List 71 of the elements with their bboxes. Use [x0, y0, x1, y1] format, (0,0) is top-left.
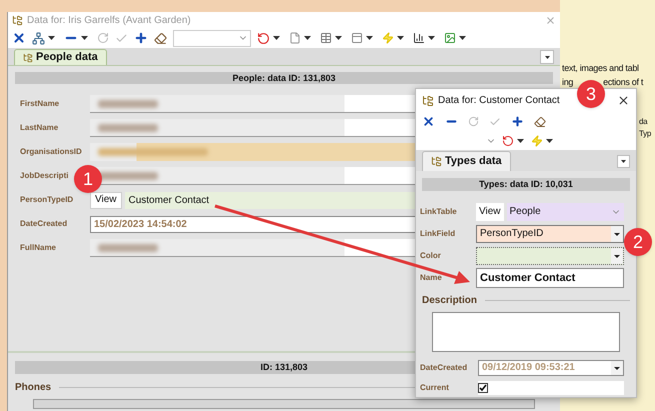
- name-field[interactable]: Customer Contact: [476, 268, 624, 288]
- section-header: People: data ID: 131,803: [15, 72, 553, 84]
- eraser-icon[interactable]: [154, 32, 167, 44]
- cancel-icon[interactable]: [422, 115, 435, 128]
- caret-icon[interactable]: [81, 36, 88, 40]
- tab-menu-button[interactable]: [617, 154, 630, 168]
- checkbox[interactable]: [478, 382, 488, 393]
- redacted-value: [98, 172, 158, 180]
- document-text: Typ: [639, 128, 651, 140]
- field-label: FullName: [20, 242, 56, 254]
- field-label: LastName: [20, 122, 58, 134]
- tab-menu-button[interactable]: [540, 50, 554, 64]
- window-title: Data for: Iris Garrelfs (Avant Garden): [27, 14, 191, 28]
- caret-icon[interactable]: [366, 36, 373, 40]
- field-label: Current: [420, 382, 450, 394]
- combo-field[interactable]: [173, 30, 251, 46]
- caret-icon[interactable]: [304, 36, 311, 40]
- field-label: JobDescripti: [20, 170, 68, 182]
- view-button[interactable]: View: [476, 202, 504, 221]
- section-title: Phones: [15, 381, 52, 395]
- section-header: Types: data ID: 10,031: [422, 178, 630, 191]
- document-text: ing: [562, 76, 574, 88]
- lookup-combo[interactable]: People: [506, 202, 624, 221]
- close-icon[interactable]: [617, 94, 630, 108]
- undo-icon[interactable]: [502, 134, 514, 147]
- table-icon[interactable]: [320, 32, 332, 44]
- field-label: DateCreated: [420, 362, 468, 374]
- check-icon[interactable]: [115, 32, 128, 44]
- redacted-value: [98, 244, 158, 252]
- caret-icon[interactable]: [397, 36, 404, 40]
- field-label: Name: [420, 272, 443, 284]
- caret-icon[interactable]: [273, 36, 280, 40]
- view-button[interactable]: View: [90, 192, 122, 208]
- section-title: Description: [422, 294, 478, 308]
- check-icon[interactable]: [489, 116, 501, 128]
- caret-icon[interactable]: [48, 36, 55, 40]
- field-label: OrganisationsID: [20, 146, 82, 158]
- tree-icon: [431, 156, 442, 167]
- tree-icon: [23, 52, 33, 62]
- chart-icon[interactable]: [413, 32, 425, 44]
- field-label: LinkTable: [420, 206, 458, 218]
- field-label: DateCreated: [20, 218, 68, 230]
- field-label: FirstName: [20, 98, 60, 110]
- description-field[interactable]: [432, 312, 620, 352]
- caret-icon: [621, 160, 626, 163]
- eraser-icon[interactable]: [534, 116, 546, 128]
- plus-icon[interactable]: [134, 31, 148, 45]
- caret-icon[interactable]: [459, 36, 466, 40]
- field-label: Color: [420, 250, 442, 262]
- cancel-icon[interactable]: [12, 31, 26, 45]
- redacted-value: [98, 124, 158, 132]
- tab[interactable]: People data: [14, 49, 107, 65]
- window-title: Data for: Customer Contact: [438, 94, 560, 108]
- hierarchy-icon[interactable]: [32, 32, 45, 44]
- redacted-value: [98, 100, 158, 108]
- caret-icon[interactable]: [428, 36, 435, 40]
- caret-icon: [544, 56, 550, 58]
- document-text: da: [639, 116, 648, 128]
- undo-icon[interactable]: [257, 32, 270, 44]
- field-label: PersonTypeID: [20, 194, 74, 206]
- document-text: text, images and tabl: [562, 62, 639, 74]
- document-text: ections of t: [603, 76, 644, 88]
- tab[interactable]: Types data: [422, 150, 511, 171]
- phones-list[interactable]: [33, 399, 535, 409]
- app-icon: [12, 14, 23, 26]
- app-icon: [422, 94, 434, 107]
- color-field[interactable]: [476, 246, 624, 265]
- combo-field[interactable]: PersonTypeID: [476, 224, 624, 243]
- plus-icon[interactable]: [511, 115, 524, 128]
- image-icon[interactable]: [444, 32, 456, 44]
- caret-icon[interactable]: [335, 36, 342, 40]
